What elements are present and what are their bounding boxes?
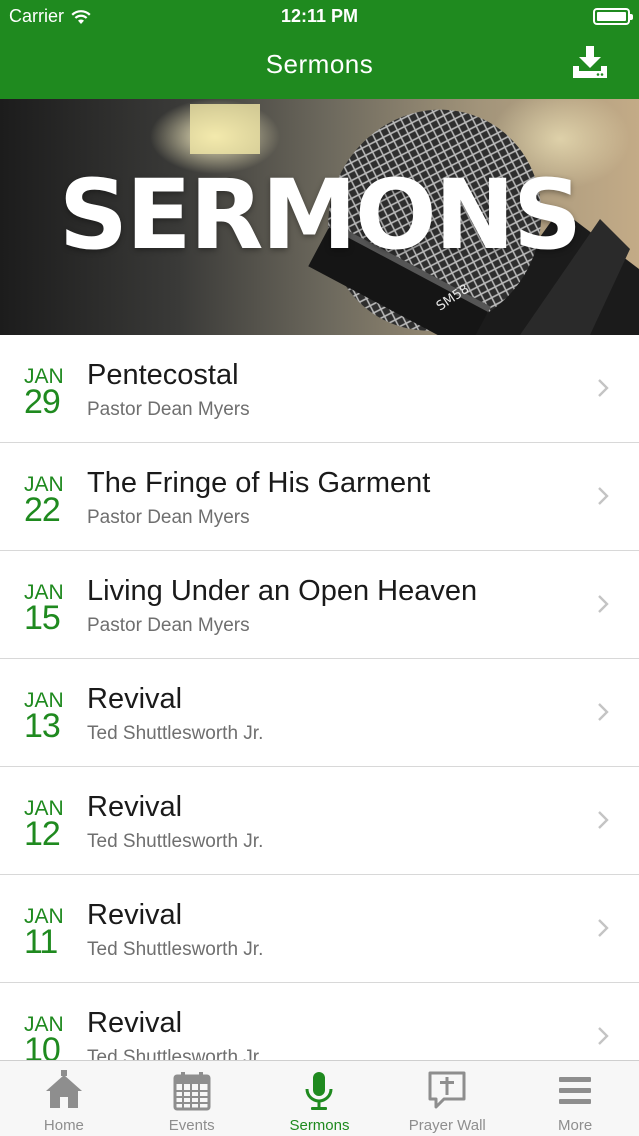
- chevron-right-icon: [598, 379, 609, 397]
- sermon-day: 11: [24, 923, 58, 961]
- sermon-day: 10: [24, 1031, 61, 1060]
- sermon-title: The Fringe of His Garment: [87, 467, 431, 499]
- app-header: Carrier 12:11 PM Sermons: [0, 0, 639, 99]
- tab-bar: Home Events Sermons Prayer Wall More: [0, 1060, 639, 1136]
- sermon-day: 13: [24, 707, 61, 745]
- sermon-row[interactable]: JAN 12 Revival Ted Shuttlesworth Jr.: [0, 767, 639, 875]
- menu-icon: [559, 1077, 592, 1104]
- tab-label: Prayer Wall: [408, 1117, 486, 1134]
- sermon-speaker: Ted Shuttlesworth Jr.: [87, 939, 264, 960]
- sermon-speaker: Pastor Dean Myers: [87, 615, 250, 636]
- status-time: 12:11 PM: [280, 6, 359, 26]
- tab-label: Home: [43, 1117, 84, 1134]
- sermon-title: Revival: [87, 791, 183, 823]
- sermon-title: Revival: [87, 683, 183, 715]
- battery-icon: [593, 8, 633, 25]
- tab-prayer-wall[interactable]: Prayer Wall: [383, 1061, 511, 1136]
- sermon-speaker: Pastor Dean Myers: [87, 399, 250, 420]
- sermon-speaker: Ted Shuttlesworth Jr.: [87, 723, 264, 744]
- sermon-title: Living Under an Open Heaven: [87, 575, 478, 607]
- chevron-right-icon: [598, 811, 609, 829]
- sermon-row[interactable]: JAN 10 Revival Ted Shuttlesworth Jr.: [0, 983, 639, 1060]
- tab-home[interactable]: Home: [0, 1061, 128, 1136]
- tab-sermons[interactable]: Sermons: [256, 1061, 384, 1136]
- page-title: Sermons: [265, 49, 374, 79]
- sermon-title: Pentecostal: [87, 359, 239, 391]
- chevron-right-icon: [598, 487, 609, 505]
- sermon-row[interactable]: JAN 29 Pentecostal Pastor Dean Myers: [0, 335, 639, 443]
- sermon-speaker: Ted Shuttlesworth Jr.: [87, 1047, 264, 1060]
- tab-label: More: [557, 1117, 593, 1134]
- microphone-icon: [305, 1072, 333, 1110]
- sermon-title: Revival: [87, 899, 183, 931]
- tab-label: Sermons: [289, 1117, 350, 1134]
- banner-title: SERMONS: [58, 159, 582, 271]
- sermon-row[interactable]: JAN 13 Revival Ted Shuttlesworth Jr.: [0, 659, 639, 767]
- home-icon: [45, 1070, 82, 1108]
- sermon-day: 12: [24, 815, 61, 853]
- tab-events[interactable]: Events: [128, 1061, 256, 1136]
- chevron-right-icon: [598, 919, 609, 937]
- sermon-list: JAN 29 Pentecostal Pastor Dean Myers JAN…: [0, 335, 639, 1060]
- sermon-row[interactable]: JAN 15 Living Under an Open Heaven Pasto…: [0, 551, 639, 659]
- tab-label: Events: [168, 1117, 215, 1134]
- prayer-bubble-icon: [428, 1071, 466, 1109]
- tab-more[interactable]: More: [511, 1061, 639, 1136]
- sermon-speaker: Pastor Dean Myers: [87, 507, 250, 528]
- sermon-speaker: Ted Shuttlesworth Jr.: [87, 831, 264, 852]
- sermon-day: 15: [24, 599, 61, 637]
- sermon-row[interactable]: JAN 11 Revival Ted Shuttlesworth Jr.: [0, 875, 639, 983]
- sermon-title: Revival: [87, 1007, 183, 1039]
- calendar-icon: [173, 1072, 211, 1111]
- download-icon[interactable]: [571, 44, 609, 80]
- sermon-row[interactable]: JAN 22 The Fringe of His Garment Pastor …: [0, 443, 639, 551]
- chevron-right-icon: [598, 1027, 609, 1045]
- sermon-day: 29: [24, 383, 61, 421]
- chevron-right-icon: [598, 595, 609, 613]
- status-bar: Carrier 12:11 PM: [0, 0, 639, 34]
- chevron-right-icon: [598, 703, 609, 721]
- sermon-day: 22: [24, 491, 61, 529]
- sermons-banner: SM58 SERMONS: [0, 99, 639, 335]
